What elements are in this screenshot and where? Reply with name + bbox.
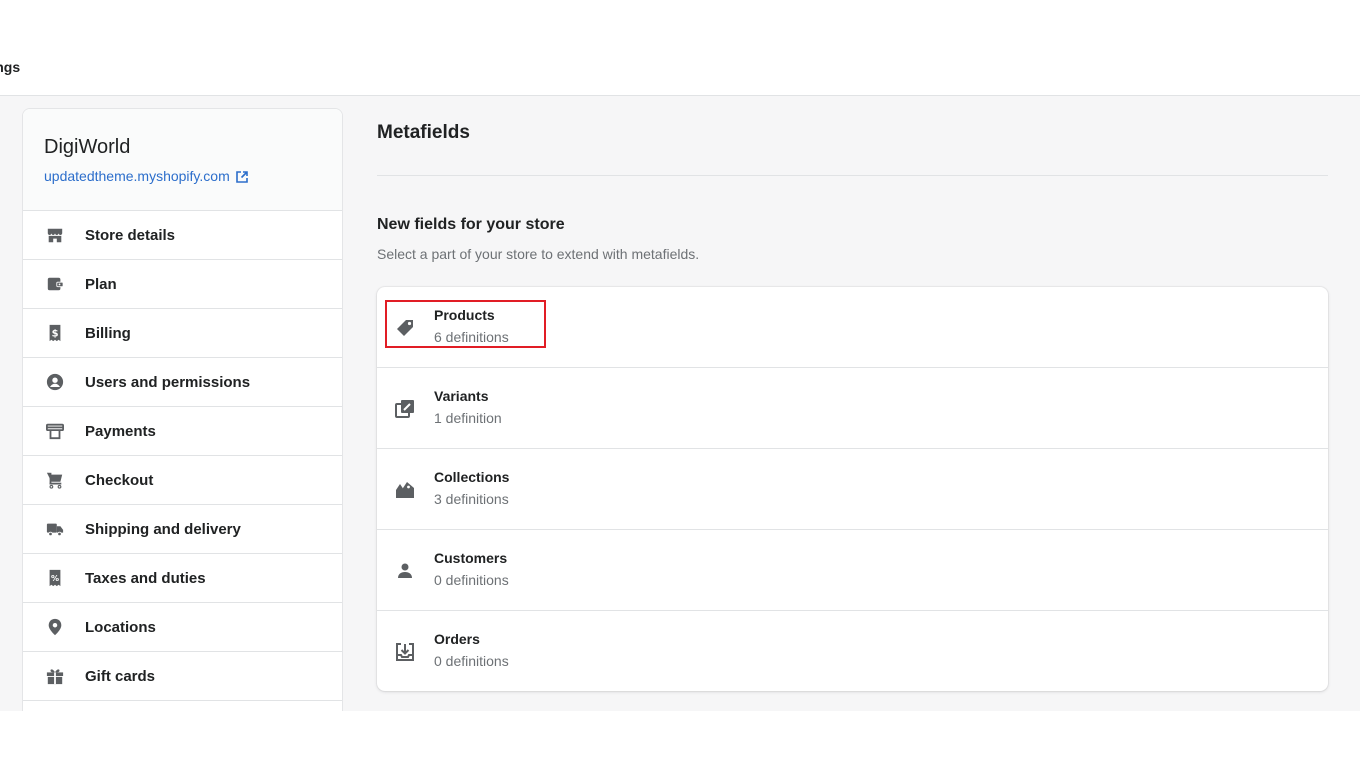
row-count: 0 definitions: [434, 572, 509, 588]
cart-icon: [45, 470, 65, 490]
row-title: Customers: [434, 550, 508, 566]
sidebar-item-label: Plan: [85, 275, 117, 293]
metafield-row-variants[interactable]: Variants 1 definition: [377, 368, 1328, 449]
metafield-row-orders[interactable]: Orders 0 definitions: [377, 611, 1328, 691]
sidebar-item-gift-cards[interactable]: Gift cards: [23, 652, 342, 701]
settings-sidebar: DigiWorld updatedtheme.myshopify.com Sto…: [22, 108, 343, 711]
top-bar: ttings: [0, 0, 1360, 96]
store-header: DigiWorld updatedtheme.myshopify.com: [23, 109, 342, 211]
sidebar-item-checkout[interactable]: Checkout: [23, 456, 342, 505]
sidebar-item-label: Store details: [85, 226, 176, 244]
page-header-title: ttings: [0, 59, 21, 75]
tax-icon: %: [45, 568, 65, 588]
sidebar-item-label: Shipping and delivery: [85, 520, 241, 538]
variants-icon: [395, 399, 415, 419]
collections-icon: [395, 480, 415, 500]
user-circle-icon: [45, 372, 65, 392]
bottom-blank-area: [0, 711, 1360, 768]
metafields-main: Metafields New fields for your store Sel…: [377, 96, 1328, 711]
tag-icon: [395, 318, 415, 338]
metafield-row-products[interactable]: Products 6 definitions: [377, 287, 1328, 368]
store-icon: [45, 225, 65, 245]
sidebar-item-label: Users and permissions: [85, 373, 251, 391]
title-divider: [377, 175, 1328, 176]
sidebar-item-label: Taxes and duties: [85, 569, 206, 587]
sidebar-item-taxes-and-duties[interactable]: % Taxes and duties: [23, 554, 342, 603]
sidebar-item-label: Billing: [85, 324, 131, 342]
section-subtitle: Select a part of your store to extend wi…: [377, 246, 700, 262]
metafields-card: Products 6 definitions Variants 1 defini…: [377, 287, 1328, 691]
settings-workspace: DigiWorld updatedtheme.myshopify.com Sto…: [0, 96, 1360, 711]
store-url-link[interactable]: updatedtheme.myshopify.com: [44, 168, 342, 184]
sidebar-item-label: Payments: [85, 422, 156, 440]
row-title: Products: [434, 307, 495, 323]
sidebar-item-label: Locations: [85, 618, 156, 636]
metafield-row-customers[interactable]: Customers 0 definitions: [377, 530, 1328, 611]
orders-icon: [395, 642, 415, 662]
external-link-icon[interactable]: [235, 170, 248, 183]
sidebar-item-shipping-and-delivery[interactable]: Shipping and delivery: [23, 505, 342, 554]
sidebar-item-label: Gift cards: [85, 667, 156, 685]
metafield-row-collections[interactable]: Collections 3 definitions: [377, 449, 1328, 530]
truck-icon: [45, 519, 65, 539]
row-count: 6 definitions: [434, 329, 509, 345]
sidebar-item-billing[interactable]: $ Billing: [23, 309, 342, 358]
row-count: 3 definitions: [434, 491, 509, 507]
store-name: DigiWorld: [44, 136, 131, 158]
sidebar-item-plan[interactable]: Plan: [23, 260, 342, 309]
row-count: 0 definitions: [434, 653, 509, 669]
customer-icon: [395, 561, 415, 581]
row-title: Variants: [434, 388, 489, 404]
svg-text:%: %: [51, 573, 59, 583]
location-pin-icon: [45, 617, 65, 637]
sidebar-item-locations[interactable]: Locations: [23, 603, 342, 652]
sidebar-item-label: Checkout: [85, 471, 154, 489]
section-heading: New fields for your store: [377, 216, 565, 233]
billing-icon: $: [45, 323, 65, 343]
store-url-text[interactable]: updatedtheme.myshopify.com: [44, 168, 230, 184]
gift-icon: [45, 666, 65, 686]
payments-icon: [45, 421, 65, 441]
row-count: 1 definition: [434, 410, 502, 426]
sidebar-item-users-and-permissions[interactable]: Users and permissions: [23, 358, 342, 407]
plan-icon: [45, 274, 65, 294]
row-title: Collections: [434, 469, 510, 485]
sidebar-item-store-details[interactable]: Store details: [23, 211, 342, 260]
page-title: Metafields: [377, 122, 470, 143]
svg-text:$: $: [52, 329, 59, 340]
row-title: Orders: [434, 631, 480, 647]
sidebar-item-payments[interactable]: Payments: [23, 407, 342, 456]
